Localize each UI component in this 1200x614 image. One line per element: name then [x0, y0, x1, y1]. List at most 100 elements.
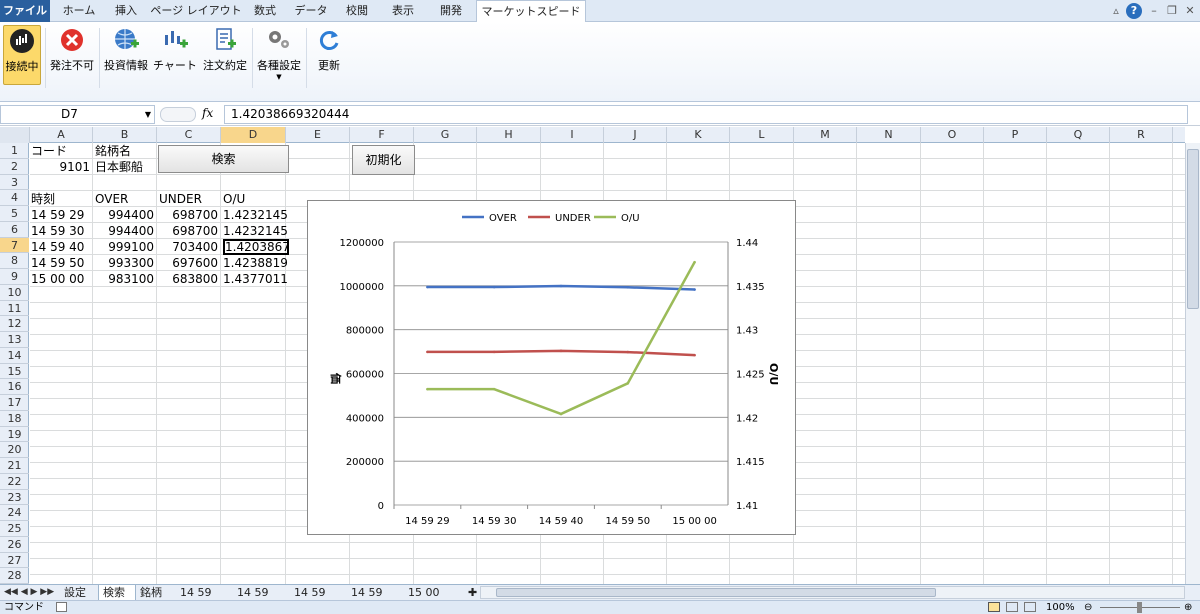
- row-header-3[interactable]: 3: [0, 175, 29, 191]
- table-cell[interactable]: 1.4232145: [223, 223, 289, 239]
- cell-a4[interactable]: 時刻: [31, 191, 93, 207]
- cell-a1[interactable]: コード: [31, 143, 93, 159]
- normal-view-icon[interactable]: [988, 602, 1000, 612]
- tab-file[interactable]: ファイル: [0, 0, 50, 22]
- row-header-8[interactable]: 8: [0, 253, 29, 269]
- table-cell[interactable]: 14 59 40: [31, 239, 93, 255]
- connected-button[interactable]: 接続中: [3, 25, 41, 85]
- help-icon[interactable]: ?: [1126, 3, 1142, 19]
- sheet-tab[interactable]: 銘柄: [136, 585, 174, 601]
- scrollbar-thumb[interactable]: [496, 588, 936, 597]
- scrollbar-thumb[interactable]: [1187, 149, 1199, 309]
- table-cell[interactable]: 1.4238819: [223, 255, 289, 271]
- column-header-r[interactable]: R: [1110, 127, 1173, 143]
- column-header-q[interactable]: Q: [1047, 127, 1110, 143]
- row-header-12[interactable]: 12: [0, 316, 29, 332]
- tab-view[interactable]: 表示: [380, 0, 426, 22]
- row-header-25[interactable]: 25: [0, 521, 29, 537]
- column-header-m[interactable]: M: [794, 127, 857, 143]
- table-cell[interactable]: 697600: [159, 255, 221, 271]
- column-header-a[interactable]: A: [30, 127, 93, 143]
- column-header-g[interactable]: G: [414, 127, 477, 143]
- zoom-in-icon[interactable]: ⊕: [1184, 601, 1192, 614]
- row-header-10[interactable]: 10: [0, 285, 29, 301]
- order-disabled-button[interactable]: 発注不可: [48, 25, 96, 85]
- table-cell[interactable]: 994400: [95, 223, 157, 239]
- cell-b2[interactable]: 日本郵船: [95, 159, 157, 175]
- sheet-tab[interactable]: 15 00 00: [404, 585, 460, 614]
- refresh-button[interactable]: 更新: [310, 25, 348, 85]
- settings-button[interactable]: 各種設定 ▼: [255, 25, 303, 85]
- row-header-1[interactable]: 1: [0, 143, 29, 159]
- row-header-28[interactable]: 28: [0, 568, 29, 584]
- sheet-tab[interactable]: 検索: [98, 585, 136, 601]
- insert-function-button[interactable]: fx: [202, 106, 213, 120]
- table-cell[interactable]: 698700: [159, 207, 221, 223]
- table-cell[interactable]: 683800: [159, 271, 221, 287]
- column-header-o[interactable]: O: [921, 127, 984, 143]
- tab-review[interactable]: 校閲: [336, 0, 378, 22]
- column-header-f[interactable]: F: [350, 127, 414, 143]
- chevron-down-icon[interactable]: ▼: [145, 106, 151, 123]
- tab-formulas[interactable]: 数式: [244, 0, 286, 22]
- sheet-tab[interactable]: 14 59 29: [176, 585, 232, 614]
- column-header-k[interactable]: K: [667, 127, 730, 143]
- column-header-c[interactable]: C: [157, 127, 221, 143]
- row-header-15[interactable]: 15: [0, 364, 29, 380]
- row-header-13[interactable]: 13: [0, 332, 29, 348]
- table-cell[interactable]: 1.4377011: [223, 271, 289, 287]
- table-cell[interactable]: 999100: [95, 239, 157, 255]
- table-cell[interactable]: 1.4232145: [223, 207, 289, 223]
- column-header-i[interactable]: I: [541, 127, 604, 143]
- close-icon[interactable]: ✕: [1182, 3, 1198, 19]
- row-header-17[interactable]: 17: [0, 395, 29, 411]
- column-header-b[interactable]: B: [93, 127, 157, 143]
- column-header-h[interactable]: H: [477, 127, 541, 143]
- sheet-nav-arrows-icon[interactable]: ◀◀ ◀ ▶ ▶▶: [4, 585, 54, 600]
- table-cell[interactable]: 994400: [95, 207, 157, 223]
- tab-developer[interactable]: 開発: [428, 0, 474, 22]
- table-cell[interactable]: 698700: [159, 223, 221, 239]
- cell-b1[interactable]: 銘柄名: [95, 143, 157, 159]
- table-cell[interactable]: 14 59 50: [31, 255, 93, 271]
- macro-record-icon[interactable]: [56, 602, 67, 612]
- insert-sheet-icon[interactable]: ✚: [464, 585, 478, 601]
- row-header-7[interactable]: 7: [0, 237, 29, 254]
- tab-insert[interactable]: 挿入: [105, 0, 147, 22]
- row-header-20[interactable]: 20: [0, 442, 29, 458]
- row-header-18[interactable]: 18: [0, 411, 29, 427]
- column-header-n[interactable]: N: [857, 127, 921, 143]
- tab-data[interactable]: データ: [288, 0, 334, 22]
- sheet-tab[interactable]: 設定: [60, 585, 98, 601]
- sheet-tab[interactable]: 14 59 50: [347, 585, 403, 614]
- row-header-23[interactable]: 23: [0, 490, 29, 506]
- table-cell[interactable]: 14 59 29: [31, 207, 93, 223]
- cell-a2[interactable]: 9101: [31, 159, 93, 175]
- page-break-view-icon[interactable]: [1024, 602, 1036, 612]
- select-all-button[interactable]: [0, 127, 30, 143]
- row-header-14[interactable]: 14: [0, 348, 29, 364]
- table-cell[interactable]: 703400: [159, 239, 221, 255]
- vertical-scrollbar[interactable]: [1185, 143, 1200, 584]
- row-header-26[interactable]: 26: [0, 537, 29, 553]
- row-header-2[interactable]: 2: [0, 159, 29, 175]
- column-header-l[interactable]: L: [730, 127, 794, 143]
- zoom-out-icon[interactable]: ⊖: [1084, 601, 1092, 614]
- cell-c4[interactable]: UNDER: [159, 191, 221, 207]
- row-header-4[interactable]: 4: [0, 190, 29, 206]
- collapse-ribbon-icon[interactable]: ▵: [1108, 3, 1124, 19]
- table-cell[interactable]: 993300: [95, 255, 157, 271]
- row-header-11[interactable]: 11: [0, 301, 29, 317]
- restore-icon[interactable]: ❐: [1164, 3, 1180, 19]
- zoom-slider-thumb[interactable]: [1137, 602, 1142, 613]
- row-header-27[interactable]: 27: [0, 553, 29, 569]
- tab-market-speed[interactable]: マーケットスピード II: [476, 0, 586, 40]
- row-header-22[interactable]: 22: [0, 474, 29, 490]
- column-header-p[interactable]: P: [984, 127, 1047, 143]
- order-execution-button[interactable]: 注文約定: [200, 25, 250, 85]
- formula-bar-resize-handle[interactable]: [160, 107, 196, 122]
- minimize-icon[interactable]: –: [1146, 3, 1162, 19]
- cell-b4[interactable]: OVER: [95, 191, 157, 207]
- row-header-6[interactable]: 6: [0, 222, 29, 238]
- row-header-24[interactable]: 24: [0, 505, 29, 521]
